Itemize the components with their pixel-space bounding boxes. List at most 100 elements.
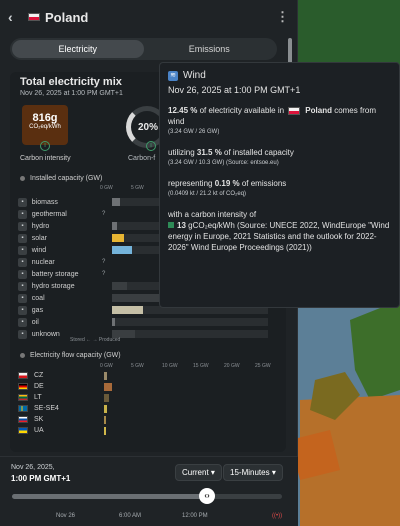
source-label: hydro — [31, 222, 50, 230]
country-flag-icon — [18, 383, 28, 390]
time-slider[interactable] — [12, 494, 282, 499]
utilization-sub: (3.24 GW / 10.3 GW) (Source: entsoe.eu) — [168, 160, 279, 166]
tick-label: Nov 26 — [56, 513, 76, 519]
flow-bar — [104, 415, 107, 424]
flow-bar — [104, 426, 107, 435]
hydro-icon: ▪ — [18, 221, 27, 231]
axis-tick-label: 0 GW — [100, 363, 113, 369]
capacity-track — [111, 330, 268, 338]
more-options-icon[interactable]: ⋮ — [276, 9, 289, 25]
tick-label: 6:00 AM — [119, 513, 142, 519]
carbon-intensity-unit: CO₂eq/kWh — [29, 124, 61, 130]
wind-tooltip: ≋ Wind Nov 26, 2025 at 1:00 PM GMT+1 12.4… — [159, 62, 400, 308]
capacity-row[interactable]: ▪ oil — [18, 316, 268, 328]
timeline-time: 1:00 PM GMT+1 — [11, 474, 71, 483]
intensity-swatch-icon — [168, 222, 174, 228]
poland-flag-icon — [28, 13, 40, 21]
source-label: gas — [31, 306, 44, 314]
flow-row[interactable]: SE-SE4 — [18, 403, 268, 414]
wind-icon: ≋ — [168, 70, 178, 81]
flow-bar — [104, 382, 112, 391]
geothermal-icon: ▪ — [18, 209, 27, 219]
timeline-date: Nov 26, 2025, — [11, 464, 55, 471]
capacity-bar — [111, 318, 115, 326]
flow-track — [104, 415, 264, 424]
stored-produced-legend: Stored ← → Produced — [70, 337, 121, 343]
flow-row[interactable]: UA — [18, 425, 268, 436]
emissions-sub: (0.0409 kt / 21.2 kt of CO₂eq) — [168, 191, 247, 197]
info-icon[interactable]: i — [146, 141, 156, 151]
source-label: wind — [31, 246, 47, 254]
flow-track — [104, 404, 264, 413]
flow-track — [104, 382, 264, 391]
mode-toggle: Electricity Emissions — [10, 38, 277, 60]
flow-capacity-heading[interactable]: Electricity flow capacity (GW) — [20, 352, 121, 359]
source-label: battery storage — [31, 270, 79, 278]
unknown-marker: ? — [102, 259, 106, 265]
flow-row[interactable]: DE — [18, 381, 268, 392]
country-flag-icon — [18, 427, 28, 434]
axis-tick-label: 0 GW — [100, 185, 113, 191]
unknown-icon: ▪ — [18, 329, 27, 339]
flow-track — [104, 393, 264, 402]
zone-label: LT — [34, 394, 42, 401]
carbon-intensity-box: 816g CO₂eq/kWh — [22, 105, 68, 145]
capacity-track — [111, 318, 268, 326]
chevron-down-icon: ▾ — [271, 468, 276, 477]
country-flag-icon — [18, 416, 28, 423]
flow-bar — [104, 371, 108, 380]
capacity-bar — [111, 198, 120, 206]
source-label: solar — [31, 234, 47, 242]
timeline-panel: Nov 26, 2025, 1:00 PM GMT+1 Current ▾ 15… — [0, 456, 298, 526]
toggle-dot-icon — [20, 352, 25, 358]
gas-icon: ▪ — [18, 305, 27, 315]
flow-rows: CZ DE LT SE-SE4 SK UA — [18, 370, 268, 436]
interval-dropdown[interactable]: 15-Minutes ▾ — [223, 464, 283, 481]
flow-track — [104, 426, 264, 435]
source-label: geothermal — [31, 210, 67, 218]
source-label: biomass — [31, 198, 58, 206]
mix-title: Total electricity mix — [20, 76, 122, 88]
country-flag-icon — [18, 405, 28, 412]
source-label: oil — [31, 318, 39, 326]
current-dropdown[interactable]: Current ▾ — [175, 464, 222, 481]
flow-bar — [104, 393, 109, 402]
tab-emissions[interactable]: Emissions — [144, 40, 276, 58]
flow-row[interactable]: CZ — [18, 370, 268, 381]
zone-label: SE-SE4 — [34, 405, 59, 412]
capacity-bar — [111, 282, 128, 290]
installed-capacity-heading[interactable]: Installed capacity (GW) — [20, 175, 102, 182]
tick-label: 12:00 PM — [182, 513, 208, 519]
live-icon[interactable]: ((•)) — [272, 513, 282, 519]
capacity-bar — [111, 222, 117, 230]
intensity-text: with a carbon intensity of — [168, 210, 257, 219]
toggle-dot-icon — [20, 175, 25, 181]
axis-tick-label: 20 GW — [224, 363, 240, 369]
flow-row[interactable]: LT — [18, 392, 268, 403]
intensity-value: 13 gCO₂eq/kWh (Source: UNECE 2022, WindE… — [168, 221, 390, 252]
coal-icon: ▪ — [18, 293, 27, 303]
battery-icon: ▪ — [18, 269, 27, 279]
capacity-bar — [111, 234, 125, 242]
chevron-down-icon: ▾ — [210, 468, 215, 477]
emissions-text: representing 0.19 % of emissions — [168, 179, 287, 188]
tab-electricity[interactable]: Electricity — [12, 40, 144, 58]
capacity-bar — [111, 306, 144, 314]
scrollbar[interactable] — [288, 38, 292, 64]
axis-tick-label: 5 GW — [131, 363, 144, 369]
zone-label: SK — [34, 416, 44, 423]
biomass-icon: ▪ — [18, 197, 27, 207]
slider-thumb[interactable]: ‹› — [199, 488, 215, 504]
flow-track — [104, 371, 264, 380]
flow-bar — [104, 404, 108, 413]
info-icon[interactable]: i — [40, 141, 50, 151]
mix-datetime: Nov 26, 2025 at 1:00 PM GMT+1 — [20, 90, 123, 97]
flow-row[interactable]: SK — [18, 414, 268, 425]
country-flag-icon — [18, 394, 28, 401]
zone-label: CZ — [34, 372, 44, 379]
capacity-row[interactable]: ▪ unknown — [18, 328, 268, 340]
utilization-text: utilizing 31.5 % of installed capacity — [168, 148, 294, 157]
tooltip-title: Wind — [183, 70, 206, 81]
back-arrow-icon[interactable]: ‹ — [8, 9, 26, 25]
unknown-marker: ? — [102, 271, 106, 277]
